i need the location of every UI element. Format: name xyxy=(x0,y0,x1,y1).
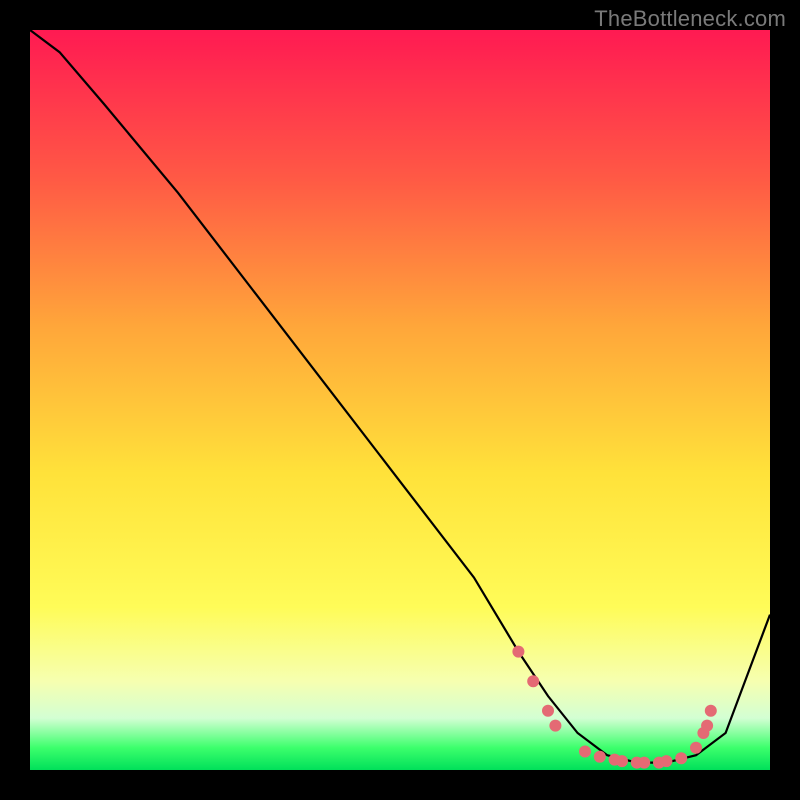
watermark-text: TheBottleneck.com xyxy=(594,6,786,32)
highlight-point xyxy=(616,755,628,767)
highlight-point xyxy=(527,675,539,687)
highlight-point xyxy=(579,746,591,758)
marker-group xyxy=(512,646,716,769)
highlight-point xyxy=(594,751,606,763)
highlight-point xyxy=(705,705,717,717)
highlight-point xyxy=(638,757,650,769)
chart-frame: TheBottleneck.com xyxy=(0,0,800,800)
chart-svg xyxy=(30,30,770,770)
highlight-point xyxy=(690,742,702,754)
highlight-point xyxy=(549,720,561,732)
highlight-point xyxy=(660,755,672,767)
plot-area xyxy=(30,30,770,770)
bottleneck-curve-path xyxy=(30,30,770,763)
highlight-point xyxy=(512,646,524,658)
highlight-point xyxy=(701,720,713,732)
highlight-point xyxy=(542,705,554,717)
highlight-point xyxy=(675,752,687,764)
